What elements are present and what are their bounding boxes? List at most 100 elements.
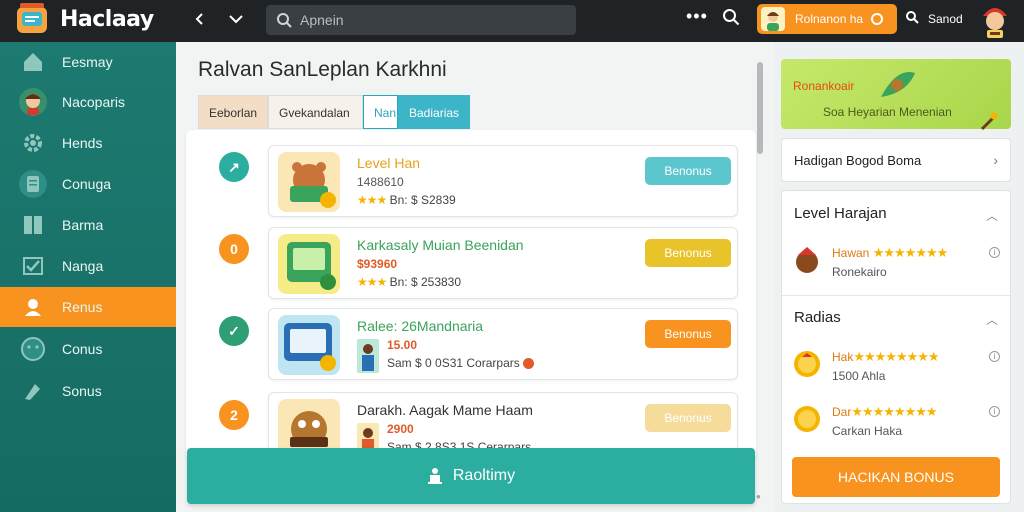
card-meta: Sam $ 0 0S31 Corarpars bbox=[387, 356, 535, 370]
user-avatar-icon bbox=[761, 7, 785, 31]
bonus-pill-label: Rolnanon ha bbox=[795, 12, 864, 26]
search-icon bbox=[723, 9, 740, 26]
dropdown-button[interactable] bbox=[224, 8, 248, 32]
rating-stars-icon: ★★★★★★★★ bbox=[853, 349, 939, 364]
check-icon bbox=[18, 251, 48, 281]
offer-card[interactable]: Level Han 1488610 ★★★ Bn: $ S2839 Benonu… bbox=[268, 145, 738, 217]
sidebar-item-eesmay[interactable]: Eesmay bbox=[0, 42, 176, 82]
scrollbar[interactable]: ● bbox=[754, 56, 766, 504]
sidebar-item-conuga[interactable]: Conuga bbox=[0, 164, 176, 204]
promo-title: Ronankoair bbox=[793, 79, 855, 93]
tablet-game-icon bbox=[278, 234, 340, 294]
back-button[interactable] bbox=[188, 8, 212, 32]
card-subtitle: 1488610 bbox=[357, 175, 404, 189]
row-marker: 0 bbox=[219, 234, 249, 264]
info-icon[interactable]: i bbox=[989, 247, 1000, 258]
sidebar-item-nanga[interactable]: Nanga bbox=[0, 246, 176, 286]
rating-stars-icon: ★★★ bbox=[357, 193, 387, 207]
row-marker: ✓ bbox=[219, 316, 249, 346]
claim-button[interactable]: Benonus bbox=[645, 239, 731, 267]
card-subtitle: 15.00 bbox=[387, 338, 418, 352]
search-icon bbox=[277, 13, 292, 28]
gold-coin-icon bbox=[794, 406, 820, 432]
bell-icon bbox=[427, 468, 442, 484]
search-bar[interactable] bbox=[266, 5, 576, 35]
face-icon bbox=[18, 334, 48, 364]
row-marker: 2 bbox=[219, 400, 249, 430]
scrollbar-thumb[interactable] bbox=[757, 62, 763, 154]
profile-avatar-icon bbox=[18, 87, 48, 117]
profile-avatar-icon[interactable] bbox=[978, 2, 1012, 40]
rating-stars-icon: ★★★★★★★★ bbox=[851, 404, 937, 419]
level-item[interactable]: Dar★★★★★★★★ Carkan Haka i bbox=[792, 402, 1002, 446]
sidebar-item-label: Nanga bbox=[62, 258, 104, 274]
monitor-game-icon bbox=[278, 315, 340, 375]
link-card[interactable]: Hadigan Bogod Boma › bbox=[781, 138, 1011, 182]
page-title: Ralvan SanLeplan Karkhni bbox=[198, 58, 447, 81]
chevron-right-icon: › bbox=[993, 152, 998, 168]
info-icon[interactable]: i bbox=[989, 406, 1000, 417]
offer-card[interactable]: Karkasaly Muian Beenidan $93960 ★★★ Bn: … bbox=[268, 227, 738, 299]
cta-label: Raoltimy bbox=[452, 467, 516, 484]
sidebar-item-label: Conuga bbox=[62, 176, 112, 192]
level-name-text: Hawan bbox=[832, 246, 870, 260]
offers-list: ↗ Level Han 1488610 ★★★ Bn: $ S2839 Beno… bbox=[186, 130, 756, 460]
sidebar-item-conus[interactable]: Conus bbox=[0, 329, 176, 369]
chevron-up-icon[interactable]: ︿ bbox=[986, 311, 998, 328]
section-title: Radias bbox=[794, 309, 841, 326]
card-meta: ★★★ Bn: $ 253830 bbox=[357, 275, 461, 289]
search-label: Sanod bbox=[928, 12, 963, 26]
card-meta-text: Bn: $ 253830 bbox=[389, 275, 462, 289]
sidebar-item-label: Eesmay bbox=[62, 54, 113, 70]
sidebar-item-hends[interactable]: Hends bbox=[0, 123, 176, 163]
cta-button[interactable]: Raoltimy bbox=[187, 448, 755, 504]
leaf-mascot-icon bbox=[881, 72, 915, 97]
bonus-pill-button[interactable]: Rolnanon ha bbox=[757, 4, 897, 34]
sidebar-item-label: Sonus bbox=[62, 383, 102, 399]
sidebar: Eesmay Nacoparis Hends Conuga Barma Nang… bbox=[0, 42, 176, 512]
scroll-down-icon[interactable]: ● bbox=[756, 492, 761, 501]
link-card-label: Hadigan Bogod Boma bbox=[794, 152, 922, 168]
claim-button[interactable]: Benonus bbox=[645, 157, 731, 185]
app-logo-icon bbox=[17, 3, 47, 33]
card-title: Darakh. Aagak Mame Haam bbox=[357, 402, 533, 418]
sidebar-item-label: Nacoparis bbox=[62, 94, 126, 110]
search-input[interactable] bbox=[300, 12, 550, 28]
level-item[interactable]: Hawan ★★★★★★★ Ronekairo i bbox=[792, 243, 1002, 287]
tab-badiarias[interactable]: Badiarias bbox=[398, 95, 470, 129]
tab-gvekandalan[interactable]: Gvekandalan bbox=[268, 95, 363, 129]
top-bar: Haclaay ••• Rolnanon ha Sanod bbox=[0, 0, 1024, 42]
offer-card[interactable]: Ralee: 26Mandnaria 15.00 Sam $ 0 0S31 Co… bbox=[268, 308, 738, 380]
main-content: Ralvan SanLeplan Karkhni Eeborlan Gvekan… bbox=[176, 42, 774, 512]
card-title: Level Han bbox=[357, 155, 421, 171]
secondary-search-button[interactable] bbox=[905, 10, 919, 29]
info-icon[interactable]: i bbox=[989, 351, 1000, 362]
tab-nan[interactable]: Nan bbox=[363, 95, 398, 129]
claim-button[interactable]: Benonus bbox=[645, 320, 731, 348]
app-title: Haclaay bbox=[60, 7, 154, 32]
promo-banner[interactable]: Ronankoair Soa Heyarian Menenian bbox=[781, 59, 1011, 131]
sidebar-item-sonus[interactable]: Sonus bbox=[0, 371, 176, 411]
chevron-up-icon[interactable]: ︿ bbox=[986, 207, 998, 224]
level-subtitle: Carkan Haka bbox=[832, 424, 903, 438]
level-name-text: Dar bbox=[832, 405, 852, 419]
level-item[interactable]: Hak★★★★★★★★ 1500 Ahla i bbox=[792, 347, 1002, 391]
more-options-button[interactable]: ••• bbox=[686, 6, 708, 27]
sidebar-item-barma[interactable]: Barma bbox=[0, 205, 176, 245]
bonus-button[interactable]: HACIKAN BONUS bbox=[792, 457, 1000, 497]
sidebar-item-label: Hends bbox=[62, 135, 103, 151]
sidebar-item-nacoparis[interactable]: Nacoparis bbox=[0, 82, 176, 122]
card-title: Karkasaly Muian Beenidan bbox=[357, 237, 524, 253]
user-badge-icon bbox=[18, 292, 48, 322]
tab-eeborlan[interactable]: Eeborlan bbox=[198, 95, 268, 129]
gold-coin-icon bbox=[794, 351, 820, 377]
claim-button[interactable]: Benonus bbox=[645, 404, 731, 432]
sidebar-item-label: Conus bbox=[62, 341, 103, 357]
sidebar-item-label: Renus bbox=[62, 299, 103, 315]
sidebar-item-renus[interactable]: Renus bbox=[0, 287, 176, 327]
card-meta-text: Sam $ 0 0S31 Corarpars bbox=[387, 356, 520, 370]
rating-stars-icon: ★★★ bbox=[357, 275, 387, 289]
level-name: Hak★★★★★★★★ bbox=[832, 349, 940, 365]
top-search-button[interactable] bbox=[722, 8, 740, 31]
bear-avatar-icon bbox=[796, 247, 818, 273]
